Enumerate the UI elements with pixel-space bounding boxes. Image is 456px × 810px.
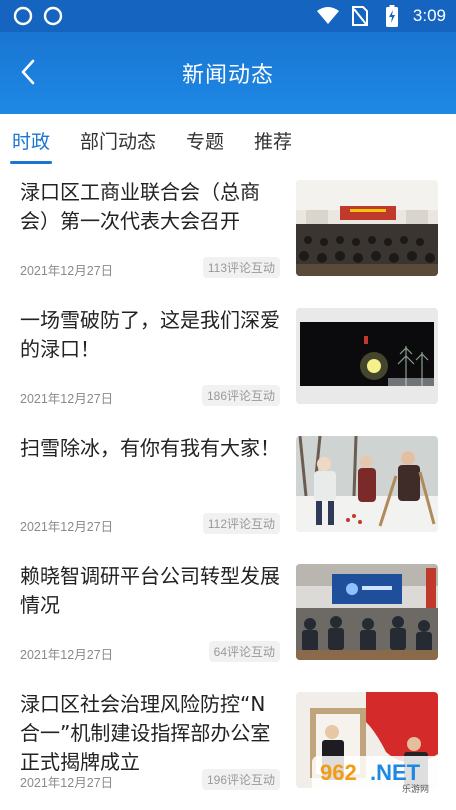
app-header: 新闻动态	[0, 32, 456, 114]
page-title: 新闻动态	[181, 63, 274, 88]
news-date: 2021年12月27日	[20, 264, 114, 278]
tab-recommended[interactable]: 推荐	[254, 114, 292, 166]
status-time: 3:09	[412, 6, 446, 25]
comment-count-badge: 186评论互动	[201, 385, 280, 406]
tab-department-news[interactable]: 部门动态	[80, 114, 156, 166]
watermark-logo: 962 .NET 乐游网	[310, 754, 450, 796]
news-date: 2021年12月27日	[20, 392, 114, 406]
svg-text:乐游网: 乐游网	[402, 783, 429, 795]
chevron-left-icon	[21, 59, 35, 85]
status-right-icons: 3:09	[316, 5, 446, 27]
news-thumbnail[interactable]	[296, 564, 438, 660]
comment-count-badge: 196评论互动	[201, 769, 280, 790]
news-title[interactable]: 渌口区工商业联合会（总商会）第一次代表大会召开	[20, 178, 282, 236]
news-title[interactable]: 扫雪除冰，有你有我有大家！	[20, 434, 282, 463]
tab-politics[interactable]: 时政	[9, 114, 53, 166]
sync-icon	[12, 5, 34, 27]
news-list: 渌口区工商业联合会（总商会）第一次代表大会召开 2021年12月27日 113评…	[0, 166, 456, 806]
news-item[interactable]: 赖晓智调研平台公司转型发展情况 2021年12月27日 64评论互动	[0, 550, 456, 678]
status-bar: 3:09	[0, 0, 456, 32]
status-left-icons	[12, 5, 64, 27]
comment-count-badge: 112评论互动	[202, 513, 280, 534]
news-thumbnail[interactable]	[296, 180, 438, 276]
news-title[interactable]: 渌口区社会治理风险防控“N合一”机制建设指挥部办公室正式揭牌成立	[20, 690, 282, 777]
news-thumbnail[interactable]	[296, 308, 438, 404]
news-item[interactable]: 一场雪破防了，这是我们深爱的渌口！ 2021年12月27日 186评论互动	[0, 294, 456, 422]
sync-icon	[42, 5, 64, 27]
news-date: 2021年12月27日	[20, 648, 114, 662]
news-date: 2021年12月27日	[20, 776, 114, 790]
tab-special-topics[interactable]: 专题	[186, 114, 224, 166]
news-title[interactable]: 赖晓智调研平台公司转型发展情况	[20, 562, 282, 620]
svg-text:962: 962	[320, 760, 357, 785]
news-item[interactable]: 渌口区工商业联合会（总商会）第一次代表大会召开 2021年12月27日 113评…	[0, 166, 456, 294]
news-item[interactable]: 扫雪除冰，有你有我有大家！ 2021年12月27日 112评论互动	[0, 422, 456, 550]
battery-charging-icon	[381, 5, 403, 27]
comment-count-badge: 64评论互动	[208, 641, 280, 662]
svg-text:.NET: .NET	[370, 760, 421, 785]
wifi-icon	[316, 5, 339, 27]
tab-bar: 时政 部门动态 专题 推荐	[0, 114, 456, 166]
news-date: 2021年12月27日	[20, 520, 114, 534]
news-title[interactable]: 一场雪破防了，这是我们深爱的渌口！	[20, 306, 282, 364]
comment-count-badge: 113评论互动	[202, 257, 280, 278]
no-sim-icon	[349, 5, 371, 27]
news-thumbnail[interactable]	[296, 436, 438, 532]
back-button[interactable]	[10, 54, 46, 90]
